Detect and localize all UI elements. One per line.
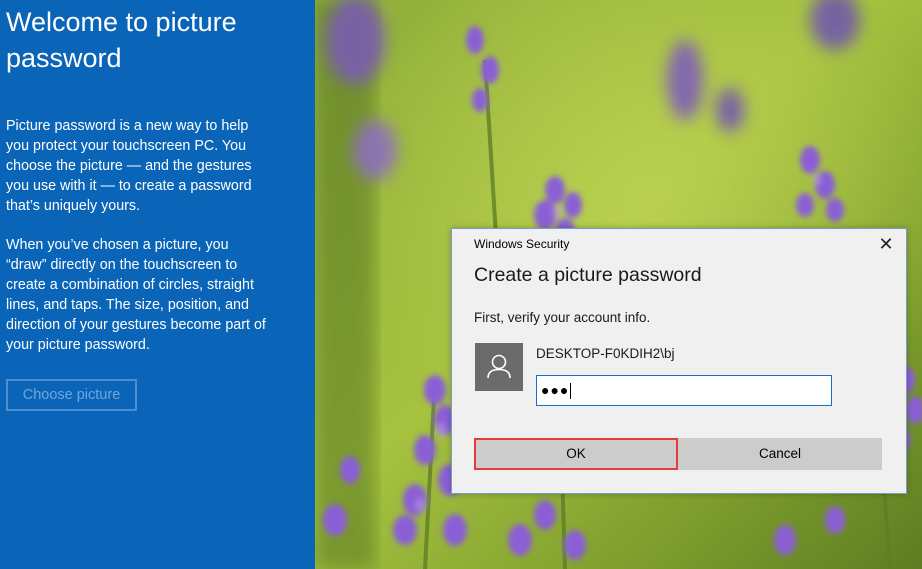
dialog-title: Create a picture password [474,264,702,286]
choose-picture-button[interactable]: Choose picture [6,379,137,411]
page-title: Welcome to picture password [6,7,237,73]
account-username: DESKTOP-F0KDIH2\bj [536,346,675,361]
instructions-paragraph: When you’ve chosen a picture, you “draw”… [6,237,266,353]
password-mask: ●●● [541,382,570,398]
intro-paragraph: Picture password is a new way to help yo… [6,118,252,214]
close-icon[interactable]: ✕ [874,234,898,254]
dialog-caption: Windows Security [474,237,570,251]
dialog-subtitle: First, verify your account info. [474,310,651,325]
ok-button[interactable]: OK [474,438,678,470]
text-caret [570,383,572,400]
password-input[interactable]: ●●● [536,375,832,406]
left-panel: Welcome to picture password Picture pass… [0,0,315,569]
user-avatar-icon [475,343,523,391]
windows-security-dialog: Windows Security ✕ Create a picture pass… [451,228,907,494]
cancel-button[interactable]: Cancel [678,438,882,470]
